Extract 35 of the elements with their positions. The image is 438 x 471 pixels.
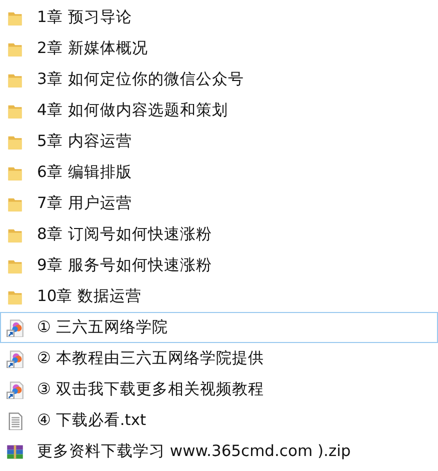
file-row[interactable]: ③ 双击我下载更多相关视频教程 (0, 374, 438, 405)
file-row[interactable]: 9章 服务号如何快速涨粉 (0, 250, 438, 281)
archive-icon (6, 442, 24, 460)
file-name[interactable]: 2章 新媒体概况 (37, 38, 148, 59)
file-row[interactable]: 3章 如何定位你的微信公众号 (0, 64, 438, 95)
file-row[interactable]: ① 三六五网络学院 (0, 312, 438, 343)
file-name[interactable]: ① 三六五网络学院 (37, 317, 168, 338)
shortcut-icon (6, 318, 24, 336)
file-row[interactable]: 4章 如何做内容选题和策划 (0, 95, 438, 126)
shortcut-icon (6, 380, 24, 398)
file-row[interactable]: 10章 数据运营 (0, 281, 438, 312)
file-row[interactable]: 2章 新媒体概况 (0, 33, 438, 64)
file-name[interactable]: 8章 订阅号如何快速涨粉 (37, 224, 212, 245)
file-row[interactable]: 1章 预习导论 (0, 2, 438, 33)
file-row[interactable]: 7章 用户运营 (0, 188, 438, 219)
file-row[interactable]: 6章 编辑排版 (0, 157, 438, 188)
file-name[interactable]: 更多资料下载学习 www.365cmd.com ).zip (37, 441, 351, 462)
file-name[interactable]: 6章 编辑排版 (37, 162, 132, 183)
file-name[interactable]: 4章 如何做内容选题和策划 (37, 100, 228, 121)
file-name[interactable]: ④ 下载必看.txt (37, 410, 146, 431)
file-row[interactable]: 5章 内容运营 (0, 126, 438, 157)
file-name[interactable]: 10章 数据运营 (37, 286, 142, 307)
file-name[interactable]: 7章 用户运营 (37, 193, 132, 214)
file-row[interactable]: ② 本教程由三六五网络学院提供 (0, 343, 438, 374)
file-name[interactable]: 5章 内容运营 (37, 131, 132, 152)
file-name[interactable]: ③ 双击我下载更多相关视频教程 (37, 379, 264, 400)
shortcut-icon (6, 350, 24, 368)
file-row[interactable]: 更多资料下载学习 www.365cmd.com ).zip (0, 436, 438, 467)
file-row[interactable]: ④ 下载必看.txt (0, 405, 438, 436)
file-name[interactable]: ② 本教程由三六五网络学院提供 (37, 348, 264, 369)
text-file-icon (6, 412, 24, 430)
file-row[interactable]: 8章 订阅号如何快速涨粉 (0, 219, 438, 250)
file-name[interactable]: 9章 服务号如何快速涨粉 (37, 255, 212, 276)
file-name[interactable]: 1章 预习导论 (37, 7, 132, 28)
file-name[interactable]: 3章 如何定位你的微信公众号 (37, 69, 244, 90)
